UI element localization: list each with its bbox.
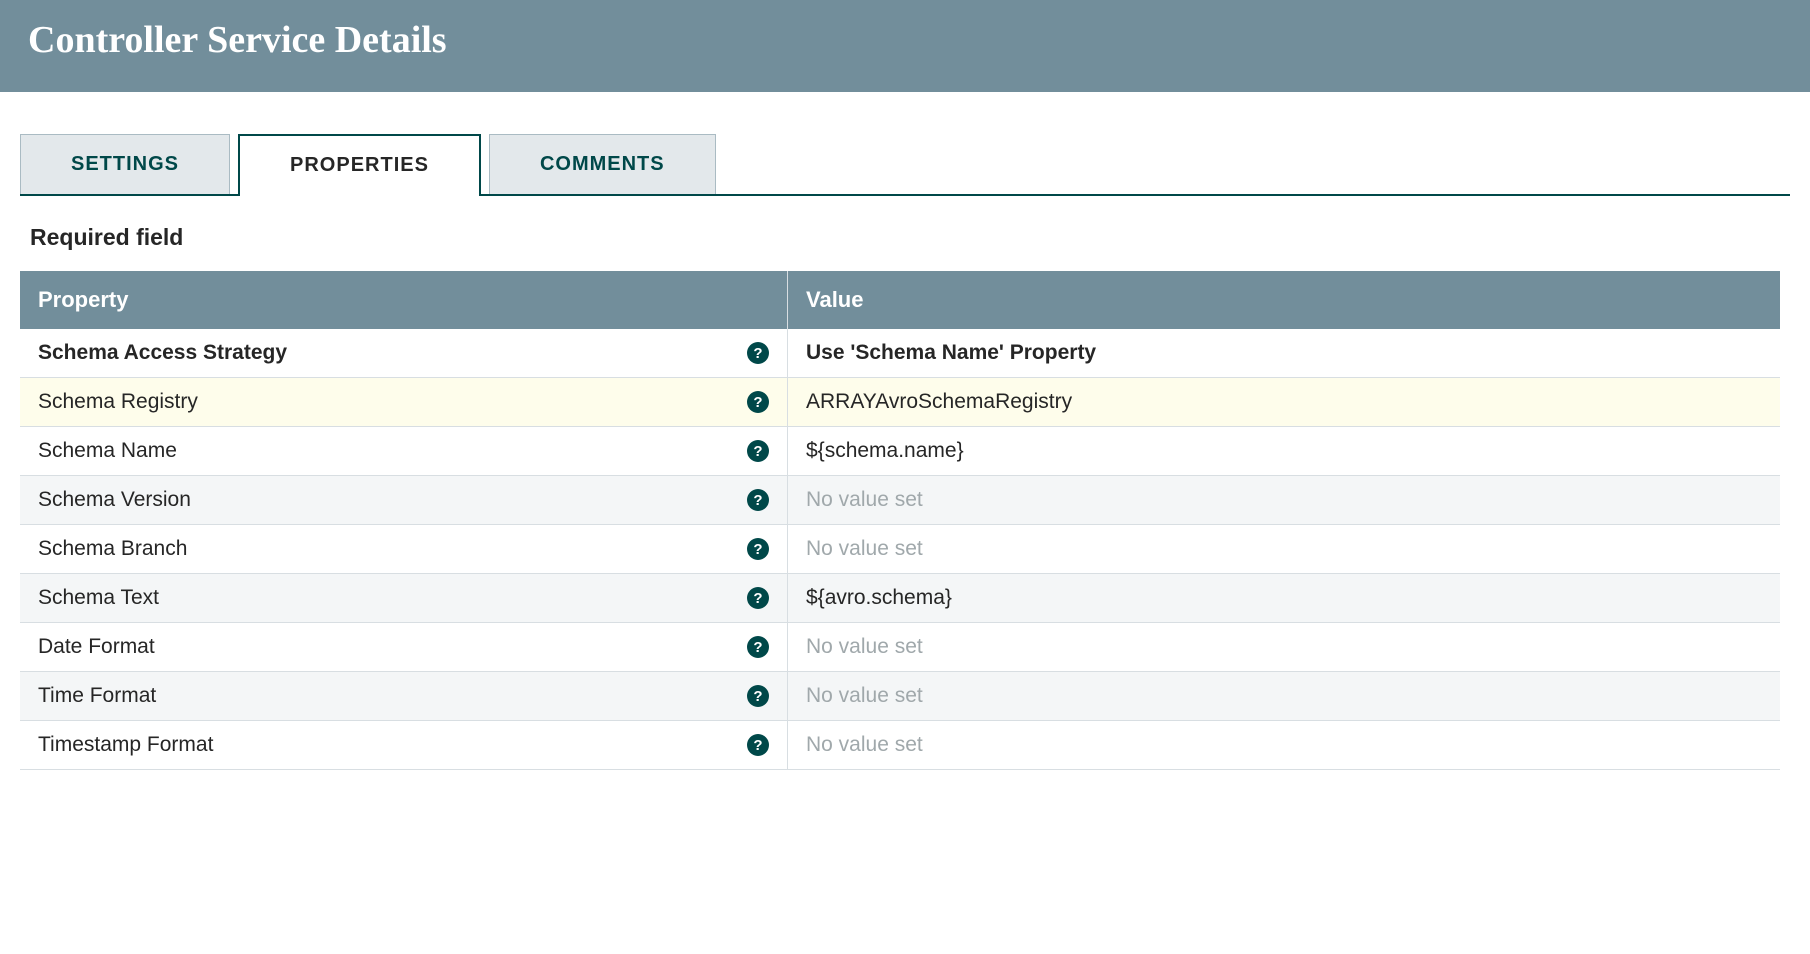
property-name: Schema Name — [38, 439, 177, 463]
property-name: Schema Registry — [38, 390, 198, 414]
property-name: Schema Access Strategy — [38, 341, 287, 365]
help-icon[interactable]: ? — [747, 685, 769, 707]
value-text: ARRAYAvroSchemaRegistry — [806, 390, 1072, 414]
table-body: Schema Access Strategy? Use 'Schema Name'… — [20, 329, 1780, 770]
value-text: No value set — [806, 537, 923, 561]
value-text: No value set — [806, 684, 923, 708]
help-icon[interactable]: ? — [747, 342, 769, 364]
tabs: SETTINGS PROPERTIES COMMENTS — [20, 134, 1790, 196]
property-cell: Schema Text? — [20, 574, 788, 622]
value-text: No value set — [806, 733, 923, 757]
table-row[interactable]: Schema Registry? ARRAYAvroSchemaRegistry — [20, 378, 1780, 427]
value-cell[interactable]: No value set — [788, 476, 1780, 524]
property-name: Time Format — [38, 684, 156, 708]
dialog-header: Controller Service Details — [0, 0, 1810, 92]
property-cell: Schema Registry? — [20, 378, 788, 426]
property-name: Schema Text — [38, 586, 159, 610]
value-cell[interactable]: No value set — [788, 672, 1780, 720]
property-name: Schema Branch — [38, 537, 187, 561]
help-icon[interactable]: ? — [747, 440, 769, 462]
properties-table: Property Value Schema Access Strategy? Us… — [20, 271, 1780, 770]
content-area: Required field Property Value Schema Acc… — [0, 196, 1810, 770]
help-icon[interactable]: ? — [747, 636, 769, 658]
value-cell[interactable]: ${schema.name} — [788, 427, 1780, 475]
value-cell[interactable]: No value set — [788, 623, 1780, 671]
table-header: Property Value — [20, 271, 1780, 329]
tabs-container: SETTINGS PROPERTIES COMMENTS — [0, 134, 1810, 196]
property-name: Schema Version — [38, 488, 191, 512]
table-row[interactable]: Schema Branch? No value set — [20, 525, 1780, 574]
value-cell[interactable]: ARRAYAvroSchemaRegistry — [788, 378, 1780, 426]
property-cell: Schema Name? — [20, 427, 788, 475]
property-cell: Schema Branch? — [20, 525, 788, 573]
tab-comments[interactable]: COMMENTS — [489, 134, 716, 194]
help-icon[interactable]: ? — [747, 391, 769, 413]
property-cell: Schema Version? — [20, 476, 788, 524]
table-row[interactable]: Schema Access Strategy? Use 'Schema Name'… — [20, 329, 1780, 378]
help-icon[interactable]: ? — [747, 587, 769, 609]
property-name: Date Format — [38, 635, 155, 659]
value-cell[interactable]: ${avro.schema} — [788, 574, 1780, 622]
tab-settings[interactable]: SETTINGS — [20, 134, 230, 194]
value-text: ${schema.name} — [806, 439, 964, 463]
table-row[interactable]: Timestamp Format? No value set — [20, 721, 1780, 770]
value-cell[interactable]: No value set — [788, 721, 1780, 769]
help-icon[interactable]: ? — [747, 538, 769, 560]
value-text: No value set — [806, 488, 923, 512]
property-cell: Schema Access Strategy? — [20, 329, 788, 377]
value-text: ${avro.schema} — [806, 586, 952, 610]
property-cell: Date Format? — [20, 623, 788, 671]
value-cell[interactable]: Use 'Schema Name' Property — [788, 329, 1780, 377]
header-property: Property — [20, 271, 788, 329]
header-value: Value — [788, 271, 1780, 329]
value-text: No value set — [806, 635, 923, 659]
dialog-title: Controller Service Details — [28, 18, 1782, 62]
table-row[interactable]: Date Format? No value set — [20, 623, 1780, 672]
property-cell: Time Format? — [20, 672, 788, 720]
required-field-label: Required field — [30, 224, 1790, 251]
property-cell: Timestamp Format? — [20, 721, 788, 769]
table-row[interactable]: Schema Text? ${avro.schema} — [20, 574, 1780, 623]
help-icon[interactable]: ? — [747, 734, 769, 756]
value-text: Use 'Schema Name' Property — [806, 341, 1096, 365]
value-cell[interactable]: No value set — [788, 525, 1780, 573]
table-row[interactable]: Schema Name? ${schema.name} — [20, 427, 1780, 476]
help-icon[interactable]: ? — [747, 489, 769, 511]
table-row[interactable]: Time Format? No value set — [20, 672, 1780, 721]
tab-properties[interactable]: PROPERTIES — [238, 134, 481, 196]
table-row[interactable]: Schema Version? No value set — [20, 476, 1780, 525]
property-name: Timestamp Format — [38, 733, 213, 757]
